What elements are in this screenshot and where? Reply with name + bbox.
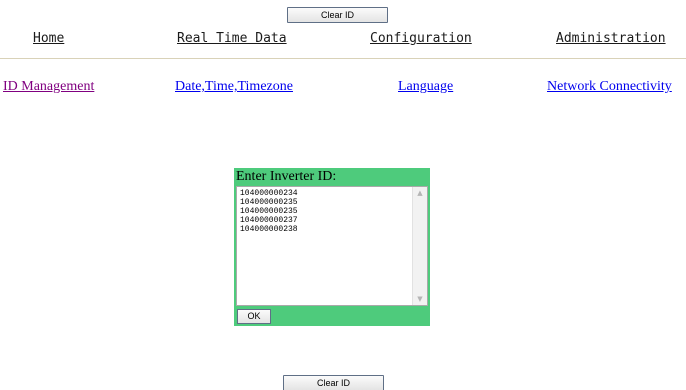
nav-home-link[interactable]: Home xyxy=(33,31,64,46)
inverter-id-line: 104000000235 xyxy=(240,198,298,207)
sub-nav-network-link[interactable]: Network Connectivity xyxy=(547,79,672,95)
inverter-id-list: 104000000234 104000000235 104000000235 1… xyxy=(240,189,298,234)
page: Clear ID Home Real Time Data Configurati… xyxy=(0,0,686,390)
textarea-scrollbar[interactable]: ▲ ▼ xyxy=(412,187,427,305)
clear-id-button-top[interactable]: Clear ID xyxy=(287,7,388,23)
sub-nav-date-time-link[interactable]: Date,Time,Timezone xyxy=(175,79,293,95)
inverter-id-panel: Enter Inverter ID: 104000000234 10400000… xyxy=(234,168,430,326)
clear-id-button-bottom[interactable]: Clear ID xyxy=(283,375,384,390)
sub-nav-id-management-link[interactable]: ID Management xyxy=(3,79,94,95)
ok-button[interactable]: OK xyxy=(237,309,271,324)
inverter-id-title: Enter Inverter ID: xyxy=(236,169,337,184)
nav-divider xyxy=(0,58,686,59)
inverter-id-line: 104000000238 xyxy=(240,225,298,234)
sub-nav-language-link[interactable]: Language xyxy=(398,79,453,95)
inverter-id-line: 104000000235 xyxy=(240,207,298,216)
nav-real-time-data-link[interactable]: Real Time Data xyxy=(177,31,287,46)
nav-configuration-link[interactable]: Configuration xyxy=(370,31,472,46)
inverter-id-line: 104000000237 xyxy=(240,216,298,225)
inverter-id-textarea[interactable]: 104000000234 104000000235 104000000235 1… xyxy=(236,186,428,306)
nav-administration-link[interactable]: Administration xyxy=(556,31,666,46)
scroll-down-arrow-icon[interactable]: ▼ xyxy=(415,294,425,304)
scroll-up-arrow-icon[interactable]: ▲ xyxy=(415,188,425,198)
inverter-id-line: 104000000234 xyxy=(240,189,298,198)
